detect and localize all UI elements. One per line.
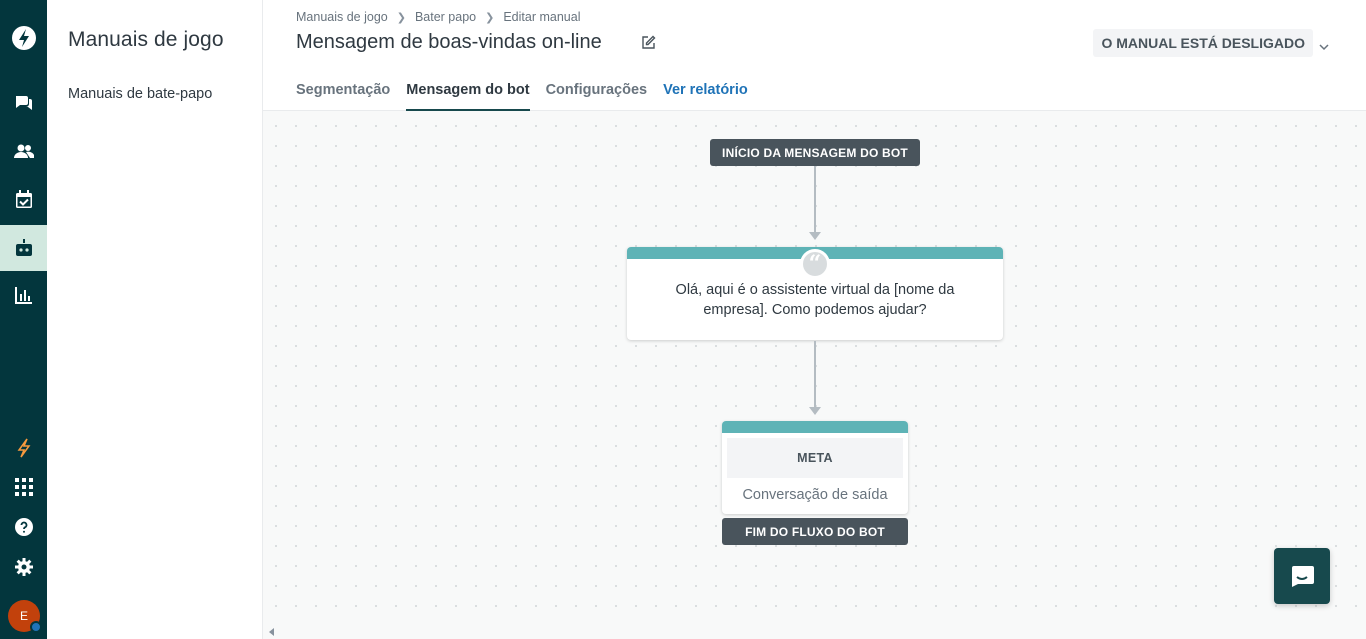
flow-connector [814,341,816,411]
chevron-right-icon: ❯ [485,11,495,24]
page-title: Mensagem de boas-vindas on-line [296,31,602,53]
user-avatar[interactable]: E [8,600,42,633]
secondary-sidebar: Manuais de jogo Manuais de bate-papo [47,0,263,639]
tab-view-report[interactable]: Ver relatório [663,82,748,111]
card-accent-bar [722,421,908,433]
breadcrumb: Manuais de jogo ❯ Bater papo ❯ Editar ma… [296,10,580,24]
bot-message-text: Olá, aqui é o assistente virtual da [nom… [675,282,955,318]
bot-icon[interactable] [0,225,47,271]
goal-step-card[interactable]: META Conversação de saída [722,421,908,514]
playbook-status-dropdown[interactable]: O MANUAL ESTÁ DESLIGADO [1093,29,1313,57]
arrow-down-icon [809,407,821,415]
reports-icon[interactable] [0,272,47,318]
page-header: Manuais de jogo ❯ Bater papo ❯ Editar ma… [263,0,1366,111]
flow-end-label: FIM DO FLUXO DO BOT [722,518,908,545]
chat-bubble-icon [1292,566,1314,587]
primary-nav-rail: E [0,0,47,639]
avatar-initial: E [19,609,28,623]
settings-icon[interactable] [0,544,47,590]
chevron-down-icon[interactable] [1319,38,1329,56]
scroll-left-icon[interactable] [269,628,274,636]
arrow-down-icon [809,232,821,240]
goal-heading: META [727,438,903,478]
zendesk-logo-icon[interactable] [0,15,47,61]
status-badge-icon [30,621,42,633]
breadcrumb-item-chat[interactable]: Bater papo [415,10,476,24]
horizontal-scrollbar[interactable] [263,624,1366,639]
breadcrumb-item-playbooks[interactable]: Manuais de jogo [296,10,388,24]
edit-pencil-icon[interactable] [641,35,656,55]
flow-connector [814,166,816,236]
chevron-right-icon: ❯ [396,11,406,24]
bot-flow-canvas[interactable]: INÍCIO DA MENSAGEM DO BOT “ Olá, aqui é … [263,111,1366,639]
breadcrumb-item-edit: Editar manual [503,10,581,24]
tab-segmentation[interactable]: Segmentação [296,82,390,111]
tab-bar: Segmentação Mensagem do bot Configuraçõe… [296,82,764,111]
calendar-check-icon[interactable] [0,176,47,222]
message-step-card[interactable]: “ Olá, aqui é o assistente virtual da [n… [627,247,1003,340]
tab-bot-message[interactable]: Mensagem do bot [406,82,530,111]
chat-launcher-button[interactable] [1274,548,1330,604]
chat-icon[interactable] [0,80,47,126]
sidebar-item-chat-playbooks[interactable]: Manuais de bate-papo [68,86,212,102]
flow-start-label: INÍCIO DA MENSAGEM DO BOT [710,139,920,166]
quote-icon: “ [800,249,830,279]
users-icon[interactable] [0,128,47,174]
goal-value: Conversação de saída [742,487,888,503]
sidebar-title: Manuais de jogo [68,28,224,51]
tab-settings[interactable]: Configurações [546,82,648,111]
